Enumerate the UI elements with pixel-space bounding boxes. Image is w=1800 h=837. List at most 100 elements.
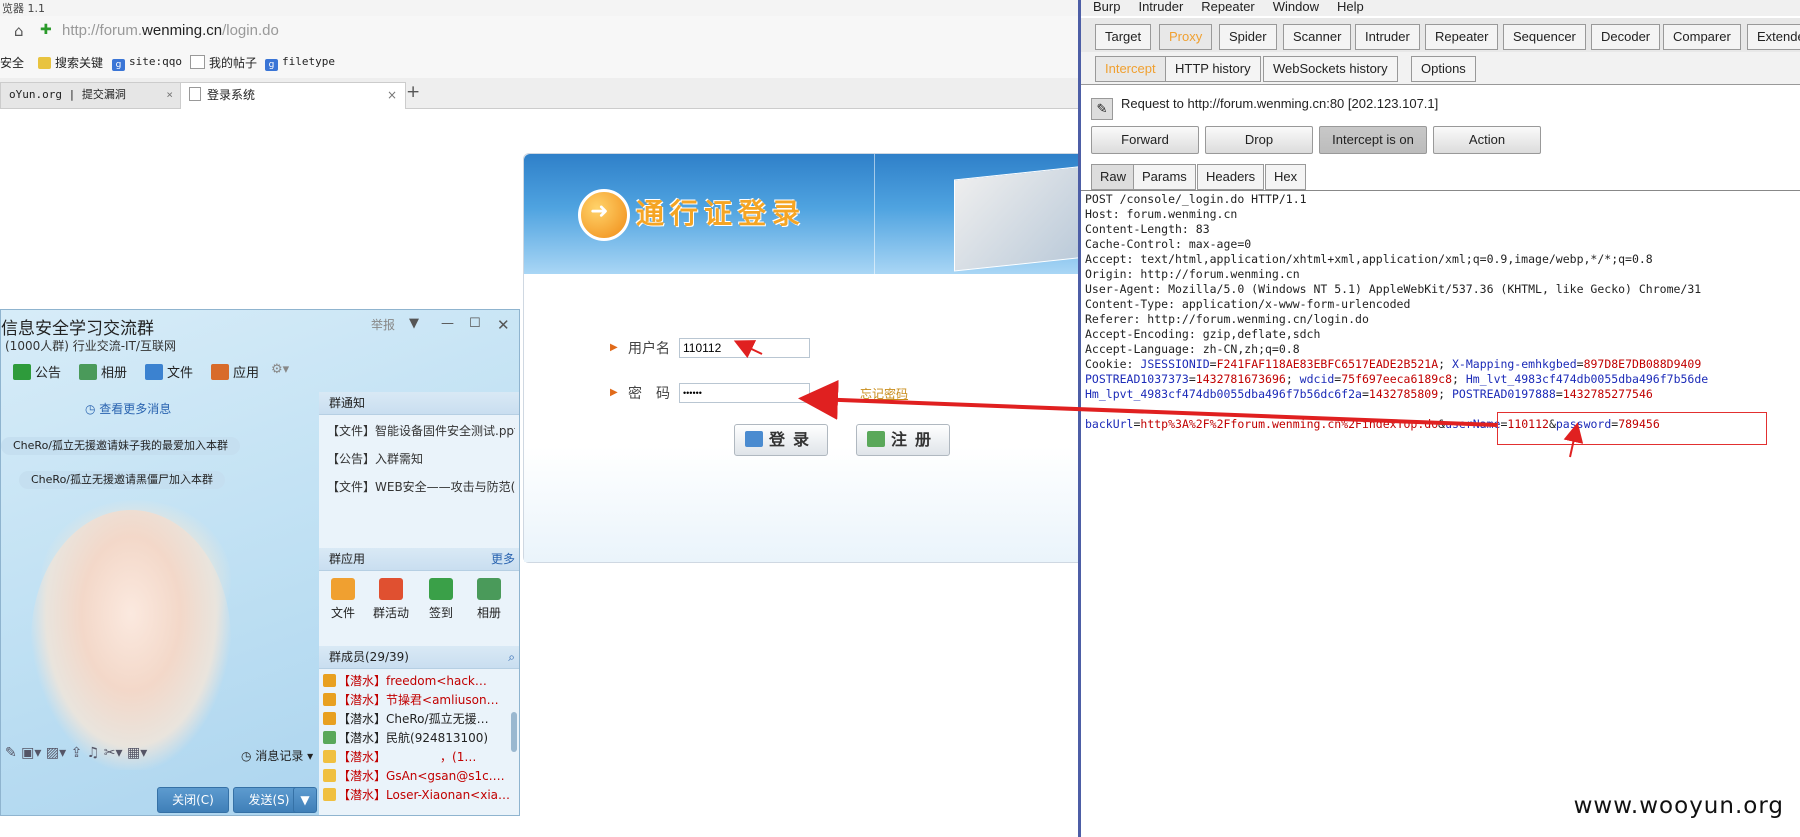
url-input[interactable]: http://forum.wenming.cn/login.do bbox=[62, 22, 279, 39]
photo-icon bbox=[79, 364, 97, 380]
tab-intruder[interactable]: Intruder bbox=[1355, 24, 1420, 50]
member-name: Loser-Xiaonan<xia… bbox=[386, 788, 509, 802]
history-label: 消息记录 bbox=[255, 749, 304, 763]
member-scrollbar[interactable] bbox=[511, 712, 517, 752]
bookmark-item[interactable]: g filetype bbox=[265, 54, 335, 71]
toolbar-label: 应用 bbox=[233, 366, 260, 381]
home-icon[interactable]: ⌂ bbox=[14, 22, 32, 40]
toolbar-apps[interactable]: 应用 bbox=[211, 362, 259, 381]
tab-login[interactable]: 登录系统 × bbox=[180, 82, 406, 109]
intercept-toggle-button[interactable]: Intercept is on bbox=[1319, 126, 1427, 154]
request-target-label: Request to http://forum.wenming.cn:80 [2… bbox=[1121, 96, 1439, 111]
body-key: backUrl bbox=[1085, 417, 1134, 431]
tab-hex[interactable]: Hex bbox=[1265, 164, 1307, 190]
close-icon[interactable]: × bbox=[166, 83, 173, 107]
tab-headers[interactable]: Headers bbox=[1197, 164, 1265, 190]
tab-proxy[interactable]: Proxy bbox=[1159, 24, 1213, 50]
report-link[interactable]: 举报 bbox=[371, 316, 395, 333]
history-button[interactable]: ◷ 消息记录 ▾ bbox=[241, 747, 313, 764]
close-icon[interactable]: ✕ bbox=[497, 316, 510, 334]
member-row[interactable]: 【潜水】 ，(1… bbox=[323, 748, 509, 767]
member-name: CheRo/孤立无援… bbox=[386, 712, 489, 726]
bookmark-item[interactable]: 搜索关键 bbox=[38, 54, 103, 71]
menu-burp[interactable]: Burp bbox=[1093, 0, 1120, 14]
app-checkin[interactable]: 签到 bbox=[421, 578, 461, 621]
password-input[interactable]: •••••• bbox=[679, 383, 810, 403]
bookmark-item[interactable]: 我的帖子 bbox=[190, 54, 257, 71]
dropdown-icon[interactable]: ▼ bbox=[409, 316, 419, 331]
notice-item[interactable]: 【文件】WEB安全——攻击与防范(… bbox=[327, 478, 515, 495]
tab-spider[interactable]: Spider bbox=[1219, 24, 1277, 50]
app-activity[interactable]: 群活动 bbox=[371, 578, 411, 621]
cookie-value: 897D8E7DB088D9409 bbox=[1583, 357, 1702, 371]
login-button[interactable]: 登录 bbox=[734, 424, 828, 456]
action-button[interactable]: Action bbox=[1433, 126, 1541, 154]
toolbar-notice[interactable]: 公告 bbox=[13, 362, 61, 381]
notice-item[interactable]: 【公告】入群需知 bbox=[327, 450, 515, 467]
cookie-value: 75f697eeca6189c8 bbox=[1341, 372, 1453, 386]
search-icon[interactable]: ⌕ bbox=[508, 646, 515, 668]
bookmark-item[interactable]: g site:qqo bbox=[112, 54, 182, 71]
gear-icon[interactable]: ⚙▾ bbox=[271, 362, 289, 377]
member-row[interactable]: 【潜水】Loser-Xiaonan<xia… bbox=[323, 786, 509, 805]
new-tab-button[interactable]: + bbox=[406, 82, 420, 102]
raw-request-editor[interactable]: POST /console/_login.do HTTP/1.1 Host: fo… bbox=[1085, 192, 1800, 832]
member-row[interactable]: 【潜水】GsAn<gsan@s1c.… bbox=[323, 767, 509, 786]
app-files[interactable]: 文件 bbox=[323, 578, 363, 621]
subtab-intercept[interactable]: Intercept bbox=[1095, 56, 1166, 82]
cookie-key: Hm_lvt_4983cf474db0055dba496f7b56de bbox=[1465, 372, 1709, 386]
request-header-line: Origin: http://forum.wenming.cn bbox=[1085, 267, 1300, 281]
tab-scanner[interactable]: Scanner bbox=[1283, 24, 1352, 50]
bookmark-item[interactable]: 安全 bbox=[0, 54, 24, 71]
close-icon[interactable]: × bbox=[387, 83, 397, 107]
subtab-options[interactable]: Options bbox=[1411, 56, 1476, 82]
tab-raw[interactable]: Raw bbox=[1091, 164, 1136, 190]
tab-repeater[interactable]: Repeater bbox=[1425, 24, 1499, 50]
photo-icon bbox=[477, 578, 501, 600]
menu-help[interactable]: Help bbox=[1337, 0, 1364, 14]
send-options-icon[interactable]: ▼ bbox=[293, 787, 317, 813]
member-row[interactable]: 【潜水】节操君<amliuson… bbox=[323, 691, 509, 710]
banner-divider bbox=[874, 154, 875, 274]
register-icon bbox=[866, 431, 885, 447]
bookmark-label: 安全 bbox=[0, 56, 25, 70]
bullet-icon: ▶ bbox=[610, 387, 618, 398]
tab-extender[interactable]: Extender bbox=[1747, 24, 1800, 50]
app-label: 文件 bbox=[330, 606, 355, 620]
toolbar-album[interactable]: 相册 bbox=[79, 362, 127, 381]
tab-decoder[interactable]: Decoder bbox=[1591, 24, 1661, 50]
subtab-http-history[interactable]: HTTP history bbox=[1165, 56, 1261, 82]
member-row[interactable]: 【潜水】freedom<hack… bbox=[323, 672, 509, 691]
register-button[interactable]: 注册 bbox=[856, 424, 950, 456]
member-name: 民航(924813100) bbox=[386, 731, 489, 745]
members-header-label: 群成员(29/39) bbox=[329, 650, 409, 664]
bullet-icon: ▶ bbox=[610, 342, 618, 353]
member-row[interactable]: 【潜水】CheRo/孤立无援… bbox=[323, 710, 509, 729]
drop-button[interactable]: Drop bbox=[1205, 126, 1313, 154]
minimize-icon[interactable]: — bbox=[441, 316, 454, 331]
toolbar-files[interactable]: 文件 bbox=[145, 362, 193, 381]
menu-intruder[interactable]: Intruder bbox=[1138, 0, 1183, 14]
app-album[interactable]: 相册 bbox=[469, 578, 509, 621]
notice-item[interactable]: 【文件】智能设备固件安全测试.pptx bbox=[327, 422, 515, 439]
forgot-password-link[interactable]: 忘记密码 bbox=[860, 385, 908, 402]
close-chat-button[interactable]: 关闭(C) bbox=[157, 787, 229, 813]
request-header-line: Accept: text/html,application/xhtml+xml,… bbox=[1085, 252, 1653, 266]
subtab-websockets-history[interactable]: WebSockets history bbox=[1263, 56, 1398, 82]
folder-icon bbox=[38, 57, 51, 69]
maximize-icon[interactable]: ☐ bbox=[469, 316, 481, 331]
forward-button[interactable]: Forward bbox=[1091, 126, 1199, 154]
more-messages-link[interactable]: ◷ 查看更多消息 bbox=[85, 400, 171, 417]
tab-sequencer[interactable]: Sequencer bbox=[1503, 24, 1586, 50]
menu-repeater[interactable]: Repeater bbox=[1201, 0, 1254, 14]
tab-params[interactable]: Params bbox=[1133, 164, 1196, 190]
username-input[interactable]: 110112 bbox=[679, 338, 810, 358]
member-row[interactable]: 【潜水】民航(924813100) bbox=[323, 729, 509, 748]
chat-toolbar-icons[interactable]: ✎ ▣▾ ▨▾ ⇪ ♫ ✂▾ ▦▾ bbox=[5, 745, 147, 761]
menu-window[interactable]: Window bbox=[1273, 0, 1319, 14]
tab-wooyun[interactable]: oYun.org | 提交漏洞 × bbox=[0, 82, 182, 108]
apps-more-link[interactable]: 更多 bbox=[491, 548, 515, 570]
pencil-icon[interactable]: ✎ bbox=[1091, 98, 1113, 120]
tab-comparer[interactable]: Comparer bbox=[1663, 24, 1741, 50]
tab-target[interactable]: Target bbox=[1095, 24, 1152, 50]
